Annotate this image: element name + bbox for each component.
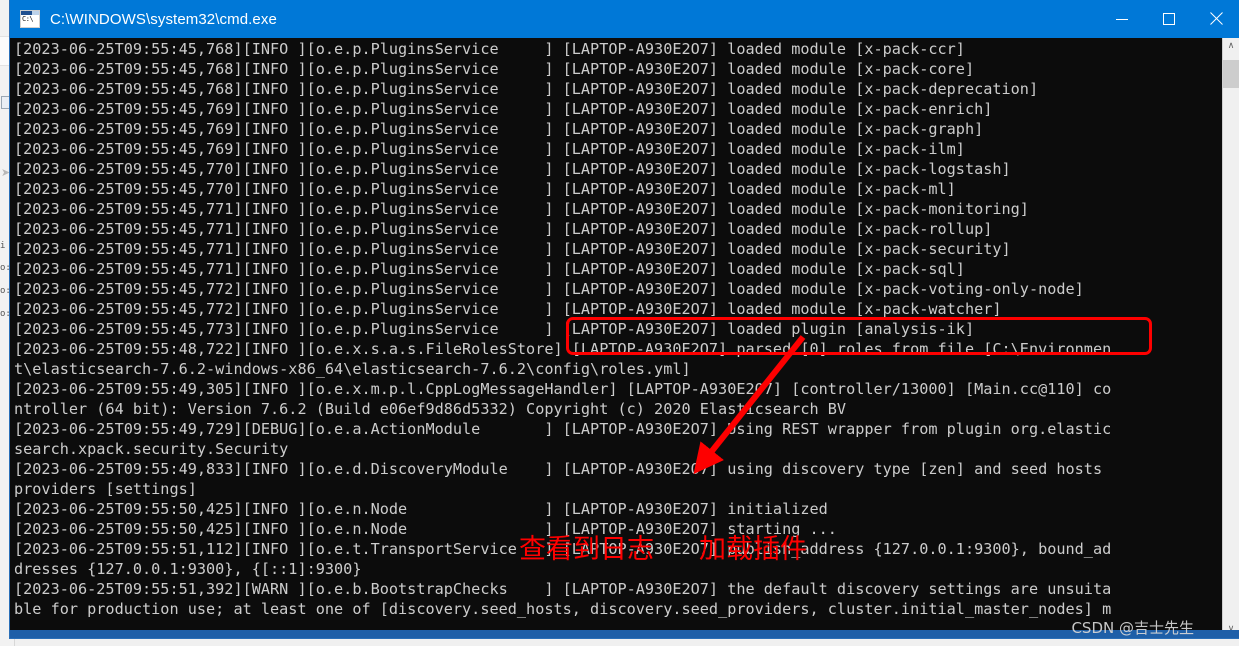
console-log-line: providers [settings] bbox=[14, 480, 197, 498]
maximize-icon bbox=[1162, 13, 1175, 25]
console-log-line: [2023-06-25T09:55:45,771][INFO ][o.e.p.P… bbox=[14, 260, 965, 278]
cmd-window: C:\WINDOWS\system32\cmd.exe [2023-06-25T… bbox=[10, 0, 1239, 638]
cmd-icon bbox=[20, 10, 40, 28]
console-log-line: [2023-06-25T09:55:45,768][INFO ][o.e.p.P… bbox=[14, 40, 965, 58]
console-output-area[interactable]: [2023-06-25T09:55:45,768][INFO ][o.e.p.P… bbox=[10, 38, 1239, 638]
console-log-line: [2023-06-25T09:55:45,769][INFO ][o.e.p.P… bbox=[14, 100, 993, 118]
console-log-line: [2023-06-25T09:55:45,771][INFO ][o.e.p.P… bbox=[14, 240, 1011, 258]
console-log-line: dresses {127.0.0.1:9300}, {[::1]:9300} bbox=[14, 560, 362, 578]
console-log-line: [2023-06-25T09:55:45,770][INFO ][o.e.p.P… bbox=[14, 180, 956, 198]
console-scrollbar[interactable]: ∧ ∨ bbox=[1222, 38, 1239, 638]
console-log-line: [2023-06-25T09:55:45,769][INFO ][o.e.p.P… bbox=[14, 140, 965, 158]
console-log-line: [2023-06-25T09:55:49,833][INFO ][o.e.d.D… bbox=[14, 460, 1103, 478]
scroll-up-arrow-icon[interactable]: ∧ bbox=[1223, 38, 1239, 55]
console-log-line: [2023-06-25T09:55:51,392][WARN ][o.e.b.B… bbox=[14, 580, 1112, 598]
minimize-icon bbox=[1115, 18, 1128, 20]
minimize-button[interactable] bbox=[1098, 0, 1145, 38]
console-log-line: [2023-06-25T09:55:50,425][INFO ][o.e.n.N… bbox=[14, 520, 837, 538]
console-log-line: [2023-06-25T09:55:45,768][INFO ][o.e.p.P… bbox=[14, 80, 1039, 98]
close-icon bbox=[1209, 12, 1223, 26]
console-log-line: [2023-06-25T09:55:51,112][INFO ][o.e.t.T… bbox=[14, 540, 1112, 558]
chevron-right-icon: ➤ bbox=[1, 167, 11, 179]
console-log-line: [2023-06-25T09:55:45,773][INFO ][o.e.p.P… bbox=[14, 320, 975, 338]
maximize-button[interactable] bbox=[1145, 0, 1192, 38]
close-button[interactable] bbox=[1192, 0, 1239, 38]
window-controls bbox=[1098, 0, 1239, 38]
console-log-line: [2023-06-25T09:55:45,771][INFO ][o.e.p.P… bbox=[14, 200, 1029, 218]
console-log-line: [2023-06-25T09:55:45,772][INFO ][o.e.p.P… bbox=[14, 300, 1002, 318]
window-titlebar[interactable]: C:\WINDOWS\system32\cmd.exe bbox=[10, 0, 1239, 38]
console-log-line: [2023-06-25T09:55:45,771][INFO ][o.e.p.P… bbox=[14, 220, 993, 238]
console-log-line: [2023-06-25T09:55:45,770][INFO ][o.e.p.P… bbox=[14, 160, 1011, 178]
scrollbar-thumb[interactable] bbox=[1223, 60, 1239, 88]
taskbar-sliver bbox=[10, 630, 1239, 638]
console-log-line: ntroller (64 bit): Version 7.6.2 (Build … bbox=[14, 400, 847, 418]
console-log-line: [2023-06-25T09:55:49,729][DEBUG][o.e.a.A… bbox=[14, 420, 1112, 438]
console-log-text: [2023-06-25T09:55:45,768][INFO ][o.e.p.P… bbox=[14, 39, 1210, 619]
background-text-line: i bbox=[0, 241, 6, 251]
console-log-line: [2023-06-25T09:55:45,769][INFO ][o.e.p.P… bbox=[14, 120, 984, 138]
console-log-line: search.xpack.security.Security bbox=[14, 440, 289, 458]
console-log-line: t\elasticsearch-7.6.2-windows-x86_64\ela… bbox=[14, 360, 691, 378]
window-title: C:\WINDOWS\system32\cmd.exe bbox=[50, 10, 277, 28]
console-log-line: ble for production use; at least one of … bbox=[14, 600, 1112, 618]
console-log-line: [2023-06-25T09:55:48,722][INFO ][o.e.x.s… bbox=[14, 340, 1112, 358]
console-log-line: [2023-06-25T09:55:49,305][INFO ][o.e.x.m… bbox=[14, 380, 1112, 398]
console-log-line: [2023-06-25T09:55:45,768][INFO ][o.e.p.P… bbox=[14, 60, 975, 78]
console-log-line: [2023-06-25T09:55:50,425][INFO ][o.e.n.N… bbox=[14, 500, 828, 518]
desktop-background: ➤ i o: o: o: C:\WINDOWS\system32\cmd.exe bbox=[0, 0, 1239, 646]
console-log-line: [2023-06-25T09:55:45,772][INFO ][o.e.p.P… bbox=[14, 280, 1084, 298]
